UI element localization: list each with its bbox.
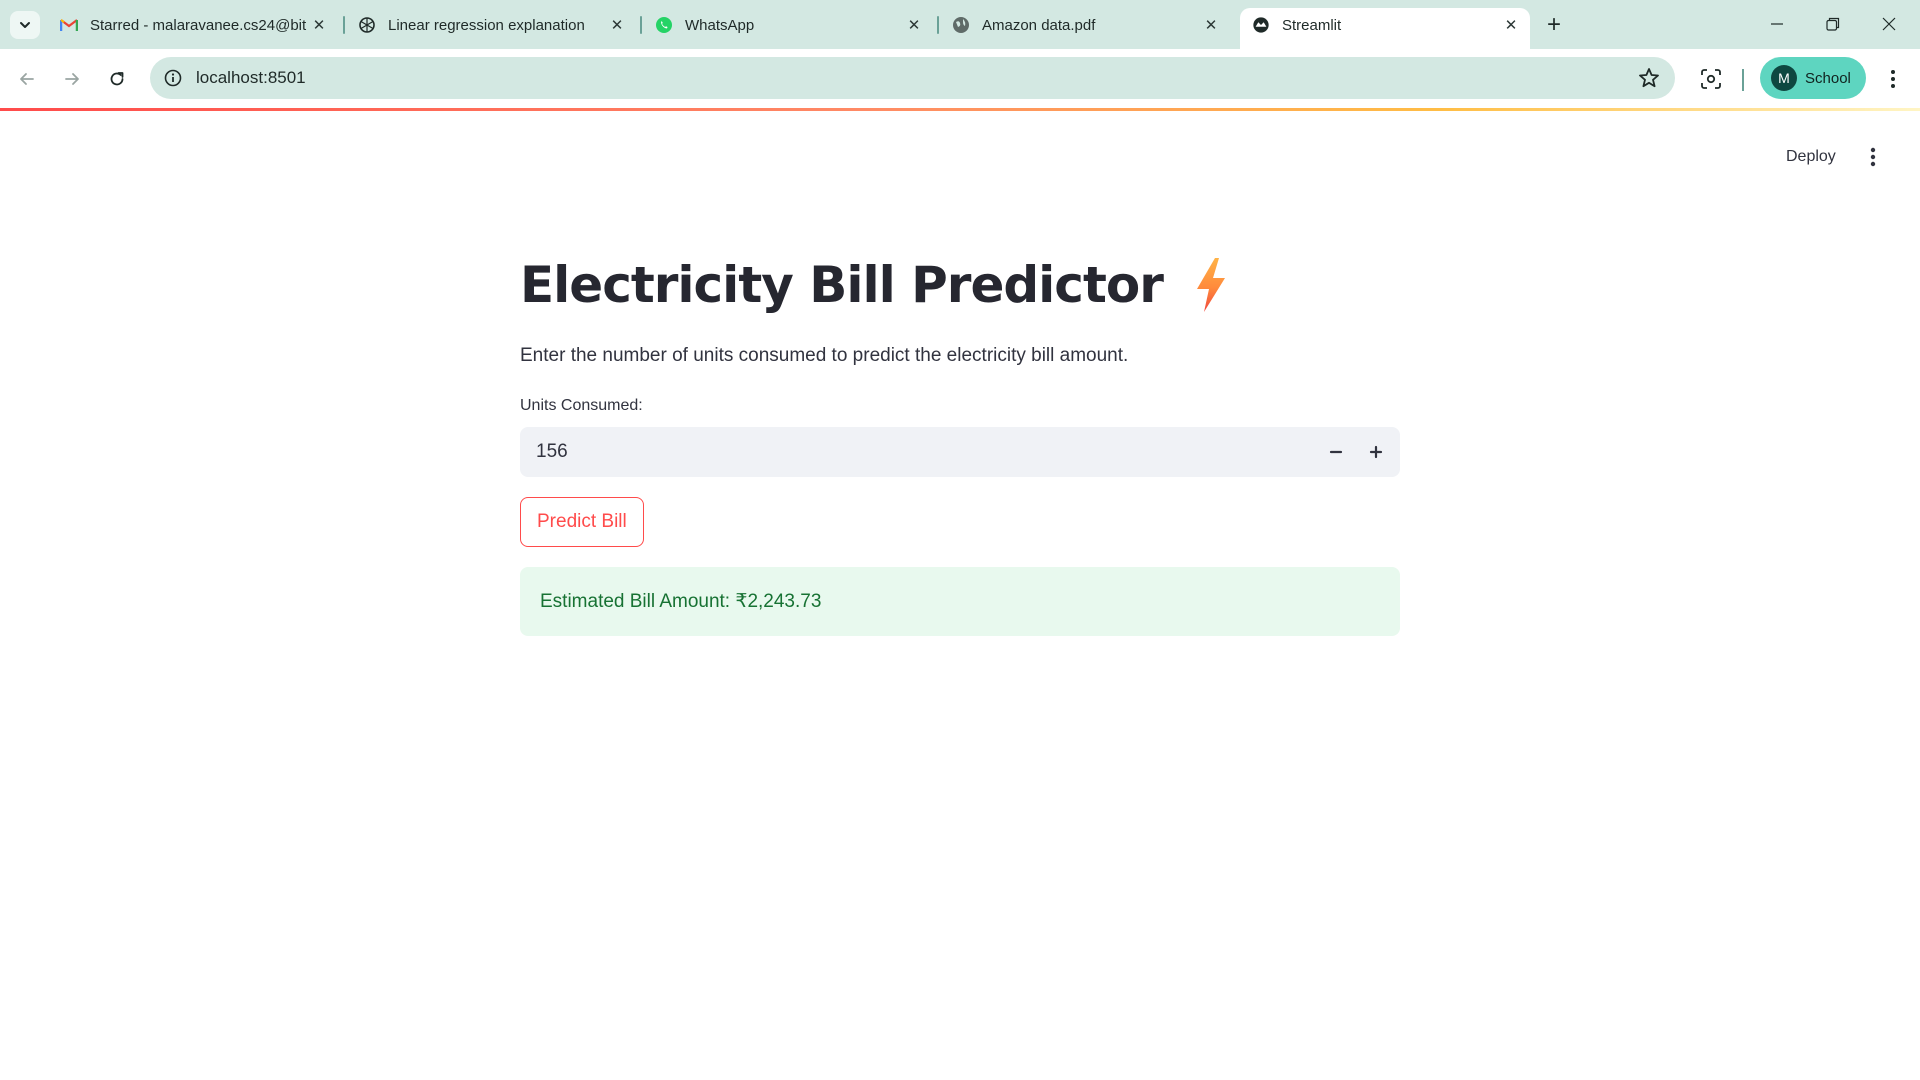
page-title: Electricity Bill Predictor	[520, 256, 1400, 314]
streamlit-icon	[1252, 16, 1270, 34]
tab-strip: Starred - malaravanee.cs24@bit ✕ Linear …	[0, 0, 1920, 49]
lens-screenshot-icon	[1701, 69, 1721, 89]
tab-separator	[640, 16, 642, 34]
description-text: Enter the number of units consumed to pr…	[520, 345, 1129, 366]
globe-icon	[952, 16, 970, 34]
chatgpt-icon	[358, 16, 376, 34]
address-bar[interactable]: localhost:8501	[150, 57, 1675, 99]
chevron-down-icon	[20, 22, 30, 28]
units-label: Units Consumed:	[520, 397, 643, 414]
close-icon[interactable]: ✕	[903, 14, 925, 36]
tab-amazon-pdf[interactable]: Amazon data.pdf ✕	[940, 9, 1230, 41]
browser-toolbar: localhost:8501 M School	[0, 49, 1920, 110]
back-button[interactable]	[10, 62, 44, 96]
close-icon[interactable]: ✕	[308, 14, 330, 36]
close-icon[interactable]: ✕	[606, 14, 628, 36]
forward-button[interactable]	[55, 62, 89, 96]
reload-button[interactable]	[100, 62, 134, 96]
screenshot-lens-button[interactable]	[1696, 64, 1726, 94]
restore-icon	[1826, 17, 1840, 31]
tab-title: Starred - malaravanee.cs24@bit	[90, 16, 307, 34]
tab-whatsapp[interactable]: WhatsApp ✕	[643, 9, 933, 41]
success-alert: Estimated Bill Amount: ₹2,243.73	[520, 567, 1400, 636]
profile-name: School	[1805, 69, 1851, 87]
close-icon[interactable]: ✕	[1500, 14, 1522, 36]
gmail-icon	[60, 16, 78, 34]
avatar: M	[1771, 65, 1797, 91]
page-title-text: Electricity Bill Predictor	[520, 256, 1164, 314]
tab-title: Amazon data.pdf	[982, 16, 1096, 34]
tab-streamlit[interactable]: Streamlit ✕	[1240, 8, 1530, 49]
units-number-input[interactable]: 156	[520, 427, 1400, 477]
profile-button[interactable]: M School	[1760, 57, 1866, 99]
increment-button[interactable]	[1358, 434, 1394, 470]
close-icon[interactable]: ✕	[1200, 14, 1222, 36]
more-vertical-icon	[1870, 147, 1876, 167]
more-vertical-icon	[1891, 70, 1895, 88]
tab-search-button[interactable]	[10, 11, 40, 39]
streamlit-app: Deploy Electricity Bill Predictor Enter …	[0, 111, 1920, 1080]
star-bookmark-icon[interactable]	[1637, 66, 1661, 90]
site-info-icon[interactable]	[160, 65, 186, 91]
minus-icon	[1329, 450, 1343, 454]
tab-separator	[343, 16, 345, 34]
decrement-button[interactable]	[1318, 434, 1354, 470]
restore-button[interactable]	[1810, 6, 1856, 42]
app-menu-button[interactable]	[1858, 141, 1888, 173]
whatsapp-icon	[655, 16, 673, 34]
window-close-button[interactable]	[1866, 6, 1912, 42]
toolbar-separator	[1742, 69, 1744, 91]
url-text: localhost:8501	[196, 68, 306, 87]
tab-title: Streamlit	[1282, 16, 1342, 34]
arrow-left-icon	[20, 73, 34, 85]
browser-menu-button[interactable]	[1880, 64, 1906, 94]
reload-icon	[110, 72, 124, 86]
tab-linear-regression[interactable]: Linear regression explanation ✕	[346, 9, 636, 41]
tab-separator	[937, 16, 939, 34]
deploy-button[interactable]: Deploy	[1772, 141, 1850, 173]
minimize-icon	[1771, 23, 1783, 25]
close-icon	[1882, 17, 1896, 31]
predict-bill-button[interactable]: Predict Bill	[520, 497, 644, 547]
tab-title: Linear regression explanation	[388, 16, 585, 34]
arrow-right-icon	[65, 73, 79, 85]
tab-gmail[interactable]: Starred - malaravanee.cs24@bit ✕	[48, 9, 338, 41]
units-value[interactable]: 156	[536, 441, 568, 463]
tab-title: WhatsApp	[685, 16, 755, 34]
new-tab-button[interactable]: +	[1540, 11, 1568, 38]
lightning-bolt-icon	[1196, 258, 1225, 312]
result-text: Estimated Bill Amount: ₹2,243.73	[540, 591, 822, 612]
minimize-button[interactable]	[1754, 6, 1800, 42]
plus-icon	[1369, 445, 1383, 459]
